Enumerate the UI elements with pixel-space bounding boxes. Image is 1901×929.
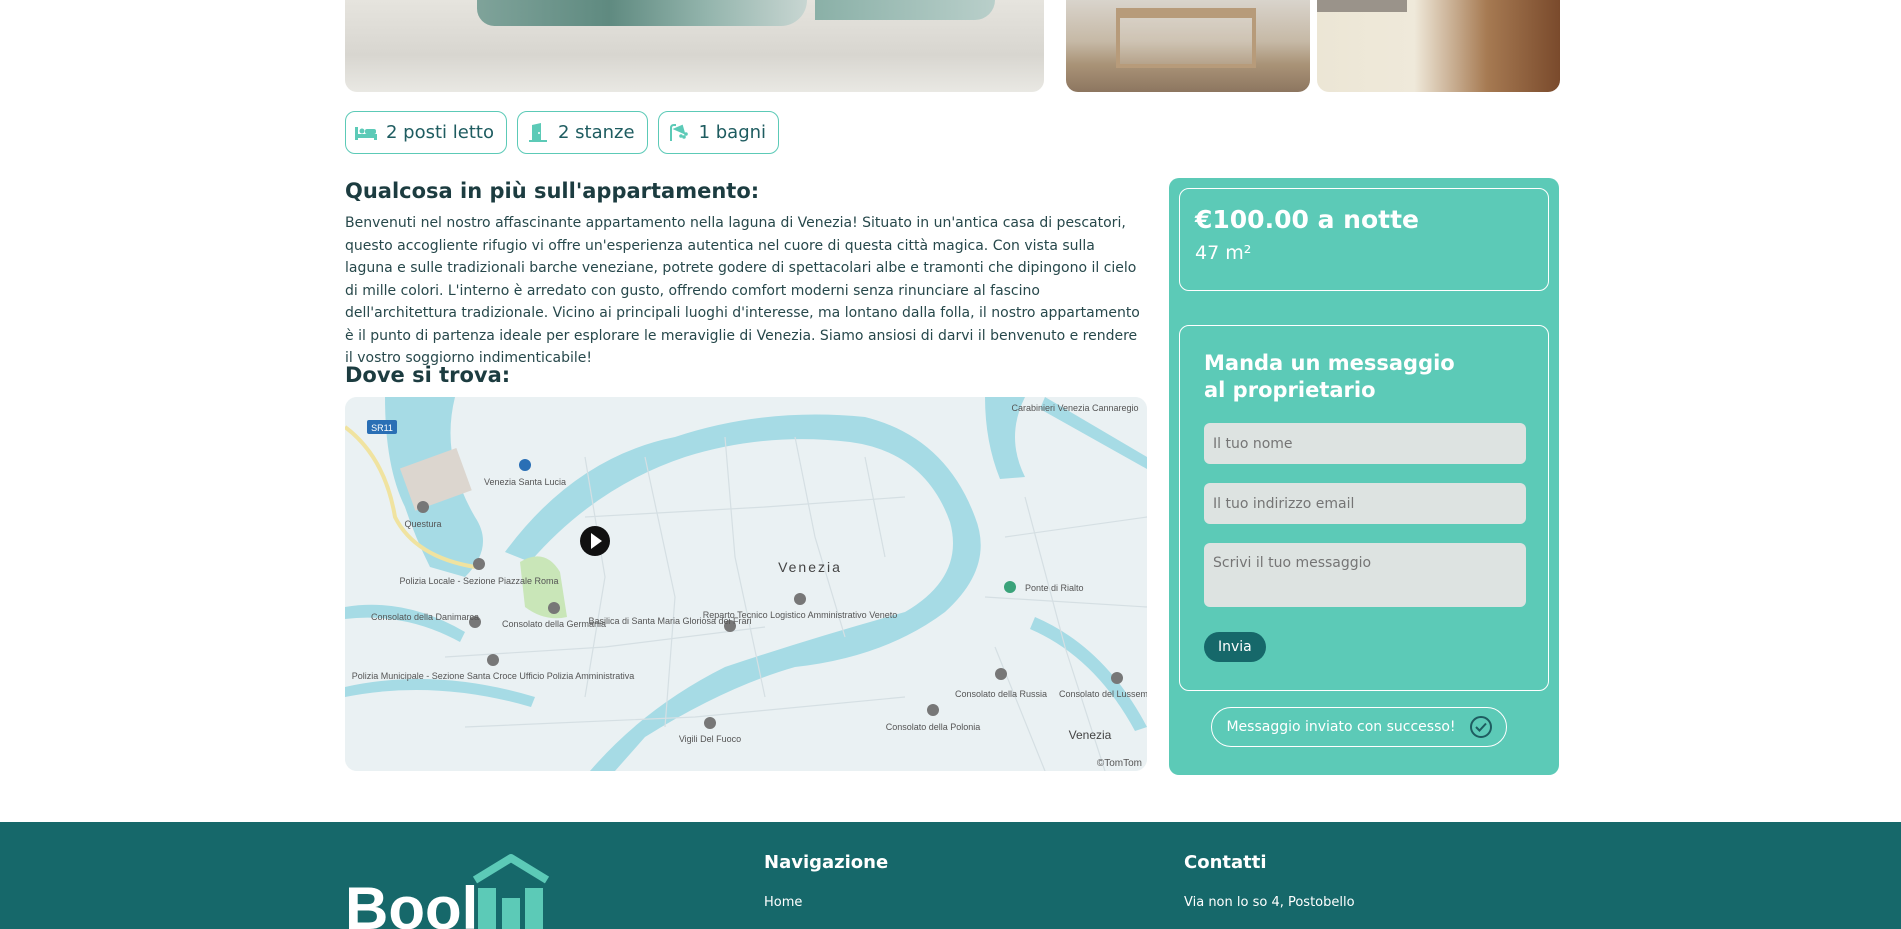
description-text: Benvenuti nel nostro affascinante appart…	[345, 215, 1140, 366]
door-icon	[526, 122, 550, 143]
feature-chips: 2 posti letto 2 stanze 1 bagni	[345, 111, 780, 154]
success-message: Messaggio inviato con successo!	[1211, 707, 1507, 747]
photo-boat-shape	[477, 0, 807, 26]
map-label-polizia: Polizia Locale - Sezione Piazzale Roma	[399, 576, 558, 586]
feature-chip-bathrooms: 1 bagni	[657, 111, 780, 154]
booking-sidebar: €100.00 a notte 47 m² Manda un messaggio…	[1169, 178, 1559, 775]
footer-address: Via non lo so 4, Postobello	[1184, 895, 1355, 910]
map-label-carabinieri: Carabinieri Venezia Cannaregio	[1011, 403, 1138, 413]
map-copyright: ©TomTom	[1097, 758, 1142, 769]
price-card: €100.00 a notte 47 m²	[1179, 188, 1549, 291]
feature-rooms-label: 2 stanze	[557, 122, 635, 143]
feature-chip-beds: 2 posti letto	[345, 111, 507, 154]
map-location-marker-icon[interactable]	[580, 526, 610, 556]
feature-bathrooms-label: 1 bagni	[698, 122, 767, 143]
footer-contacts: Contatti Via non lo so 4, Postobello	[1184, 852, 1355, 910]
map-label-venezia2: Venezia	[1069, 728, 1112, 742]
map-label-questura: Questura	[404, 519, 441, 529]
site-logo[interactable]: Bool	[345, 850, 575, 929]
map-label-reparto: Reparto Tecnico Logistico Amministrativo…	[703, 610, 897, 620]
description-title: Qualcosa in più sull'appartamento:	[345, 179, 760, 203]
success-message-text: Messaggio inviato con successo!	[1226, 719, 1456, 735]
feature-chip-rooms: 2 stanze	[516, 111, 648, 154]
location-map[interactable]: SR11 Venezia Santa Lucia Questura Polizi…	[345, 397, 1147, 771]
apartment-photo-hallway[interactable]	[1317, 0, 1560, 92]
apartment-area: 47 m²	[1195, 242, 1252, 264]
price-per-night: €100.00 a notte	[1195, 205, 1419, 234]
map-label-city: Venezia	[778, 559, 842, 575]
footer: Bool Navigazione Home Contatti Via non l…	[0, 822, 1901, 929]
map-label-lussemburgo: Consolato del Lussemburgo	[1059, 689, 1147, 699]
footer-nav-home-link[interactable]: Home	[764, 895, 888, 910]
send-button[interactable]: Invia	[1204, 632, 1266, 662]
check-circle-icon	[1469, 716, 1492, 738]
map-label-russia: Consolato della Russia	[955, 689, 1047, 699]
photo-counter-shape	[1317, 0, 1407, 12]
footer-contacts-title: Contatti	[1184, 852, 1267, 873]
footer-navigation: Navigazione Home	[764, 852, 888, 910]
apartment-photo-dining[interactable]	[1066, 0, 1310, 92]
map-label-station: Venezia Santa Lucia	[484, 477, 566, 487]
location-title: Dove si trova:	[345, 363, 511, 387]
bed-icon	[354, 123, 378, 143]
map-label-polonia: Consolato della Polonia	[886, 722, 981, 732]
feature-beds-label: 2 posti letto	[386, 122, 494, 143]
contact-form: Manda un messaggio al proprietario Invia	[1179, 325, 1549, 691]
message-textarea[interactable]	[1204, 543, 1526, 607]
shower-icon	[667, 123, 691, 143]
footer-nav-title: Navigazione	[764, 852, 889, 873]
apartment-main-photo[interactable]	[345, 0, 1044, 92]
page: 2 posti letto 2 stanze 1 bagni Qualcosa …	[0, 0, 1901, 929]
map-label-rialto: Ponte di Rialto	[1025, 583, 1084, 593]
logo-text: Bool	[345, 875, 478, 929]
map-label-danimarca: Consolato della Danimarca	[371, 612, 479, 622]
map-road-label: SR11	[371, 423, 393, 433]
map-label-vigili: Vigili Del Fuoco	[679, 734, 741, 744]
photo-boat-shape-2	[815, 0, 995, 20]
name-input[interactable]	[1204, 423, 1526, 464]
map-label-municipale: Polizia Municipale - Sezione Santa Croce…	[352, 671, 634, 681]
contact-form-title: Manda un messaggio al proprietario	[1204, 351, 1455, 402]
email-input[interactable]	[1204, 483, 1526, 524]
photo-table-shape	[1116, 8, 1256, 68]
